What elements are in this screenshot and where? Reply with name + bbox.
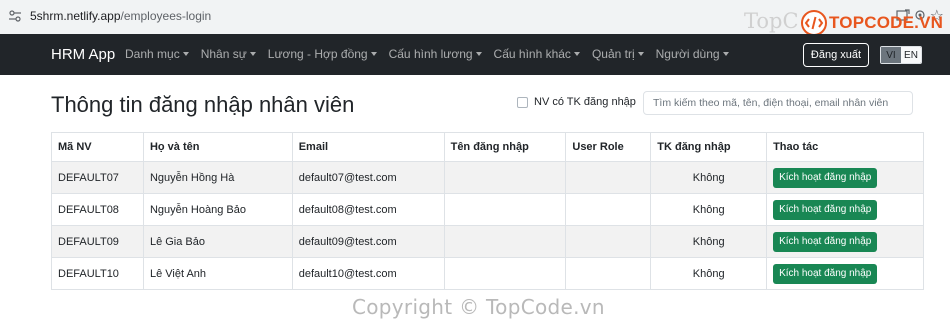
table-row: DEFAULT10 Lê Việt Anh default10@test.com… [51, 257, 924, 290]
language-switch: VI EN [880, 46, 922, 64]
caret-down-icon [722, 52, 729, 56]
brand-link[interactable]: HRM App [51, 46, 115, 63]
menu-danh-muc[interactable]: Danh mục [125, 47, 189, 61]
cell-action: Kích hoạt đăng nhập [766, 193, 924, 226]
lang-en-button[interactable]: EN [901, 47, 921, 63]
caret-down-icon [475, 52, 482, 56]
url-path: /employees-login [120, 9, 212, 23]
has-account-label[interactable]: NV có TK đăng nhập [534, 96, 636, 108]
caret-down-icon [249, 52, 256, 56]
lang-vi-button[interactable]: VI [881, 47, 901, 63]
has-account-filter: NV có TK đăng nhập [517, 96, 636, 108]
menu-label: Người dùng [655, 47, 720, 61]
cell-email: default09@test.com [291, 225, 445, 258]
menu-cau-hinh-khac[interactable]: Cấu hình khác [494, 47, 580, 61]
cell-has-account: Không [650, 193, 768, 226]
page-title: Thông tin đăng nhập nhân viên [51, 92, 355, 117]
cell-role [565, 193, 652, 226]
url-text[interactable]: 5shrm.netlify.app/employees-login [30, 9, 211, 23]
search-input[interactable] [643, 91, 913, 115]
activate-login-button[interactable]: Kích hoạt đăng nhập [773, 231, 878, 252]
cell-email: default07@test.com [291, 161, 445, 194]
cell-name: Lê Gia Bảo [142, 225, 293, 258]
menu-label: Cấu hình lương [388, 47, 473, 61]
cell-username [443, 225, 567, 258]
caret-down-icon [573, 52, 580, 56]
header-email: Email [291, 132, 445, 162]
menu-luong-hop-dong[interactable]: Lương - Hợp đồng [268, 47, 377, 61]
cell-username [443, 193, 567, 226]
activate-login-button[interactable]: Kích hoạt đăng nhập [773, 263, 878, 284]
cell-role [565, 225, 652, 258]
cell-has-account: Không [650, 225, 768, 258]
caret-down-icon [637, 52, 644, 56]
activate-login-button[interactable]: Kích hoạt đăng nhập [773, 167, 878, 188]
cell-action: Kích hoạt đăng nhập [766, 161, 924, 194]
menu-label: Lương - Hợp đồng [267, 47, 368, 61]
cell-role [565, 161, 652, 194]
header-tk-dang-nhap: TK đăng nhập [650, 132, 768, 162]
cell-email: default10@test.com [291, 257, 445, 290]
table-header-row: Mã NV Họ và tên Email Tên đăng nhập User… [51, 132, 924, 162]
watermark-text-top: TopC [744, 9, 799, 33]
caret-down-icon [370, 52, 377, 56]
menu-label: Danh mục [125, 47, 180, 61]
menu-label: Quản trị [591, 47, 635, 61]
cell-code: DEFAULT08 [51, 193, 144, 226]
menu-label: Cấu hình khác [493, 47, 571, 61]
menu-cau-hinh-luong[interactable]: Cấu hình lương [389, 47, 482, 61]
has-account-checkbox[interactable] [517, 96, 528, 108]
header-user-role: User Role [565, 132, 652, 162]
cell-code: DEFAULT09 [51, 225, 144, 258]
menu-nguoi-dung[interactable]: Người dùng [656, 47, 729, 61]
employees-login-table: Mã NV Họ và tên Email Tên đăng nhập User… [51, 132, 924, 290]
header-ma-nv: Mã NV [51, 132, 144, 162]
cell-username [443, 161, 567, 194]
menu-nhan-su[interactable]: Nhân sự [201, 47, 256, 61]
table-row: DEFAULT08 Nguyễn Hoàng Bảo default08@tes… [51, 193, 924, 226]
url-host: 5shrm.netlify.app [30, 9, 121, 23]
table-row: DEFAULT09 Lê Gia Bảo default09@test.com … [51, 225, 924, 258]
table-row: DEFAULT07 Nguyễn Hồng Hà default07@test.… [51, 161, 924, 194]
menu-quan-tri[interactable]: Quản trị [592, 47, 644, 61]
main-menu: Danh mục Nhân sự Lương - Hợp đồng Cấu hì… [125, 47, 729, 61]
top-navbar: HRM App Danh mục Nhân sự Lương - Hợp đồn… [0, 34, 950, 75]
cell-action: Kích hoạt đăng nhập [766, 225, 924, 258]
logout-button[interactable]: Đăng xuất [803, 43, 869, 67]
header-thao-tac: Thao tác [766, 132, 924, 162]
header-ho-ten: Họ và tên [142, 132, 293, 162]
menu-label: Nhân sự [200, 47, 247, 61]
cell-code: DEFAULT10 [51, 257, 144, 290]
cell-email: default08@test.com [291, 193, 445, 226]
cell-name: Nguyễn Hoàng Bảo [142, 193, 293, 226]
cell-name: Lê Việt Anh [142, 257, 293, 290]
watermark-text-bottom: Copyright © TopCode.vn [352, 295, 605, 319]
header-ten-dang-nhap: Tên đăng nhập [443, 132, 567, 162]
cell-name: Nguyễn Hồng Hà [142, 161, 293, 194]
topcode-logo-text: TOPCODE.VN [829, 13, 944, 32]
cell-role [565, 257, 652, 290]
site-settings-icon[interactable] [9, 10, 21, 22]
cell-has-account: Không [650, 257, 768, 290]
cell-action: Kích hoạt đăng nhập [766, 257, 924, 290]
activate-login-button[interactable]: Kích hoạt đăng nhập [773, 199, 878, 220]
cell-has-account: Không [650, 161, 768, 194]
caret-down-icon [182, 52, 189, 56]
cell-username [443, 257, 567, 290]
topcode-logo-icon [801, 10, 827, 36]
cell-code: DEFAULT07 [51, 161, 144, 194]
